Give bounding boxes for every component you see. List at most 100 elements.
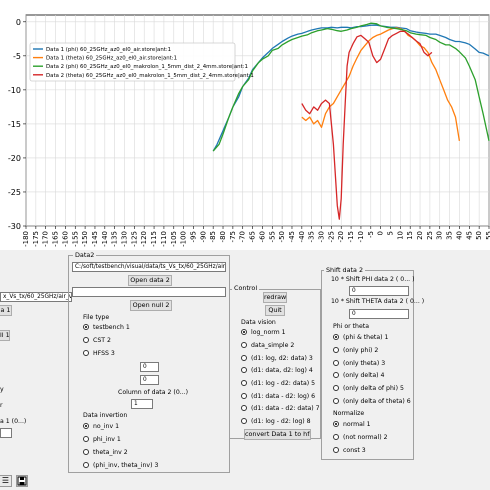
x-tick-label: -110 (160, 231, 168, 247)
radio-icon (333, 398, 339, 404)
x-tick-label: -65 (249, 231, 257, 242)
filetype-radio-testbench[interactable]: testbench 1 (83, 324, 130, 332)
radio-icon (333, 447, 339, 453)
data2-null-field[interactable] (72, 287, 226, 297)
x-tick-label: 20 (416, 231, 424, 240)
y-tick-label: -20 (8, 154, 21, 163)
plot-legend: Data 1 (phi) 60_25GHz_az0_el0_air.store|… (29, 42, 254, 82)
x-tick-label: -115 (150, 231, 158, 247)
radio-icon (241, 405, 247, 411)
inversion-radio-theta[interactable]: theta_inv 2 (83, 449, 128, 457)
pattern-plot[interactable]: 0-5-10-15-20-25-30 -180 -175 -170 -165 -160-… (0, 0, 490, 250)
open-null2-button[interactable]: Open null 2 (130, 300, 172, 311)
open-data2-button[interactable]: Open data 2 (128, 275, 172, 286)
y-tick-label: -5 (13, 52, 21, 61)
shift-radio-3[interactable]: (only theta) 3 (333, 360, 385, 368)
data2-path-field[interactable]: C:/soft/testbench/visual/data/ts_Vs_tx/6… (72, 262, 226, 272)
normalize-radio-2[interactable]: (not normal) 2 (333, 434, 388, 442)
left-label-column: a 1 (0...) (0, 418, 27, 425)
x-tick-label: -135 (111, 231, 119, 247)
shift-radio-2[interactable]: (only phi) 2 (333, 347, 378, 355)
control-title: Control (232, 284, 260, 292)
vision-radio-1[interactable]: log_norm 1 (241, 329, 286, 337)
radio-icon (241, 380, 247, 386)
save-figure-icon[interactable] (16, 475, 28, 487)
x-tick-label: -55 (268, 231, 276, 242)
data1-path-field[interactable]: x_Vs_tx/60_25GHz/air_vs_r (0, 292, 72, 302)
shift-phi-field[interactable]: 0 (349, 286, 409, 296)
radio-icon (241, 342, 247, 348)
vision-radio-6[interactable]: (d1: data - d2: log) 6 (241, 393, 315, 401)
data2-column-field[interactable]: 1 (131, 399, 153, 409)
shift-radio-5[interactable]: (only delta of phi) 5 (333, 385, 404, 393)
x-tick-label: -100 (180, 231, 188, 247)
configure-subplots-icon[interactable]: ☰ (0, 475, 12, 487)
x-tick-label: -25 (327, 231, 335, 242)
x-tick-label: 30 (436, 231, 444, 240)
legend-entry: Data 2 (phi) 60_25GHz_az0_el0_makrolon_1… (46, 64, 248, 70)
vision-radio-2[interactable]: data_simple 2 (241, 342, 294, 350)
inversion-radio-none[interactable]: no_inv 1 (83, 423, 119, 431)
x-tick-label: -150 (81, 231, 89, 247)
data1-column-field[interactable] (0, 428, 12, 438)
shift-theta-field[interactable]: 0 (349, 309, 409, 319)
y-tick-label: -10 (8, 86, 21, 95)
x-tick-label: -70 (239, 231, 247, 242)
radio-icon (83, 436, 89, 442)
filetype-radio-hfss[interactable]: HFSS 3 (83, 350, 115, 358)
vision-radio-8[interactable]: (d1: log - d2: log) 8 (241, 418, 311, 426)
radio-selected-icon (333, 334, 339, 340)
x-tick-label: -10 (357, 231, 365, 242)
x-tick-label: -165 (52, 231, 60, 247)
x-tick-label: 40 (455, 231, 463, 240)
vision-radio-4[interactable]: (d1: data, d2: log) 4 (241, 367, 313, 375)
convert-hfss-button[interactable]: convert Data 1 to hfss (244, 429, 311, 440)
radio-selected-icon (333, 421, 339, 427)
radio-icon (83, 449, 89, 455)
x-tick-label: 50 (475, 231, 483, 240)
quit-button[interactable]: Quit (265, 305, 285, 316)
radio-selected-icon (241, 329, 247, 335)
x-tick-label: -125 (130, 231, 138, 247)
filetype-label: File type (83, 314, 110, 321)
x-tick-label: 45 (465, 231, 473, 240)
y-tick-label: 0 (16, 18, 21, 27)
data2-column-label: Column of data 2 (0...) (118, 389, 189, 396)
radio-icon (83, 337, 89, 343)
x-tick-label: -20 (337, 231, 345, 242)
x-tick-label: -155 (71, 231, 79, 247)
shift-radio-1[interactable]: (phi & theta) 1 (333, 334, 388, 342)
radio-icon (333, 360, 339, 366)
x-tick-label: 10 (396, 231, 404, 240)
x-tick-label: -120 (140, 231, 148, 247)
x-tick-label: -145 (91, 231, 99, 247)
x-tick-label: -140 (101, 231, 109, 247)
radio-icon (241, 393, 247, 399)
legend-entry: Data 1 (theta) 60_25GHz_az0_el0_air.stor… (46, 56, 177, 62)
open-null1-button[interactable]: ll 1 (0, 330, 10, 341)
normalize-radio-1[interactable]: normal 1 (333, 421, 371, 429)
left-label-a: y (0, 386, 4, 393)
vision-radio-5[interactable]: (d1: log - d2: data) 5 (241, 380, 315, 388)
data2-spin-1[interactable]: 0 (140, 362, 159, 372)
x-tick-label: -15 (347, 231, 355, 242)
inversion-radio-phi[interactable]: phi_inv 1 (83, 436, 121, 444)
open-data1-button[interactable]: a 1 (0, 305, 12, 316)
x-tick-label: -45 (288, 231, 296, 242)
radio-selected-icon (83, 324, 89, 330)
y-tick-label: -15 (8, 120, 21, 129)
shift-radio-4[interactable]: (only delta) 4 (333, 372, 384, 380)
shift-radio-6[interactable]: (only delta of theta) 6 (333, 398, 411, 406)
data2-spin-2[interactable]: 0 (140, 375, 159, 385)
inversion-radio-both[interactable]: (phi_inv, theta_inv) 3 (83, 462, 158, 470)
vision-radio-3[interactable]: (d1: log, d2: data) 3 (241, 355, 313, 363)
normalize-label: Normalize (333, 410, 365, 417)
filetype-radio-cst[interactable]: CST 2 (83, 337, 111, 345)
redraw-button[interactable]: redraw (263, 292, 287, 303)
normalize-radio-3[interactable]: const 3 (333, 447, 366, 455)
y-tick-label: -30 (8, 222, 21, 231)
shift-phi-label: 10 * Shift PHI data 2 ( 0... ) (331, 276, 415, 283)
radio-icon (241, 355, 247, 361)
x-tick-label: -30 (318, 231, 326, 242)
vision-radio-7[interactable]: (d1: data - d2: data) 7 (241, 405, 320, 413)
